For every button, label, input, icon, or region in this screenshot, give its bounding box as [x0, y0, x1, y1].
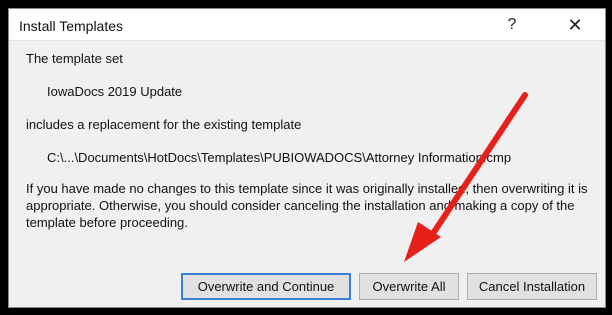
cancel-installation-button[interactable]: Cancel Installation [467, 273, 597, 300]
install-templates-dialog: Install Templates ? ✕ The template set I… [8, 8, 606, 308]
template-set-label: The template set [26, 51, 123, 66]
overwrite-all-button[interactable]: Overwrite All [359, 273, 459, 300]
overwrite-and-continue-button[interactable]: Overwrite and Continue [181, 273, 351, 300]
close-button[interactable]: ✕ [557, 13, 593, 37]
warning-message: If you have made no changes to this temp… [26, 181, 588, 230]
template-path: C:\...\Documents\HotDocs\Templates\PUBIO… [47, 150, 512, 165]
dialog-body: The template set IowaDocs 2019 Update in… [9, 41, 605, 309]
dialog-title: Install Templates [19, 18, 124, 34]
template-set-name: IowaDocs 2019 Update [47, 84, 183, 99]
help-button[interactable]: ? [494, 13, 530, 37]
title-bar: Install Templates ? ✕ [9, 9, 605, 41]
replacement-label: includes a replacement for the existing … [26, 117, 302, 132]
